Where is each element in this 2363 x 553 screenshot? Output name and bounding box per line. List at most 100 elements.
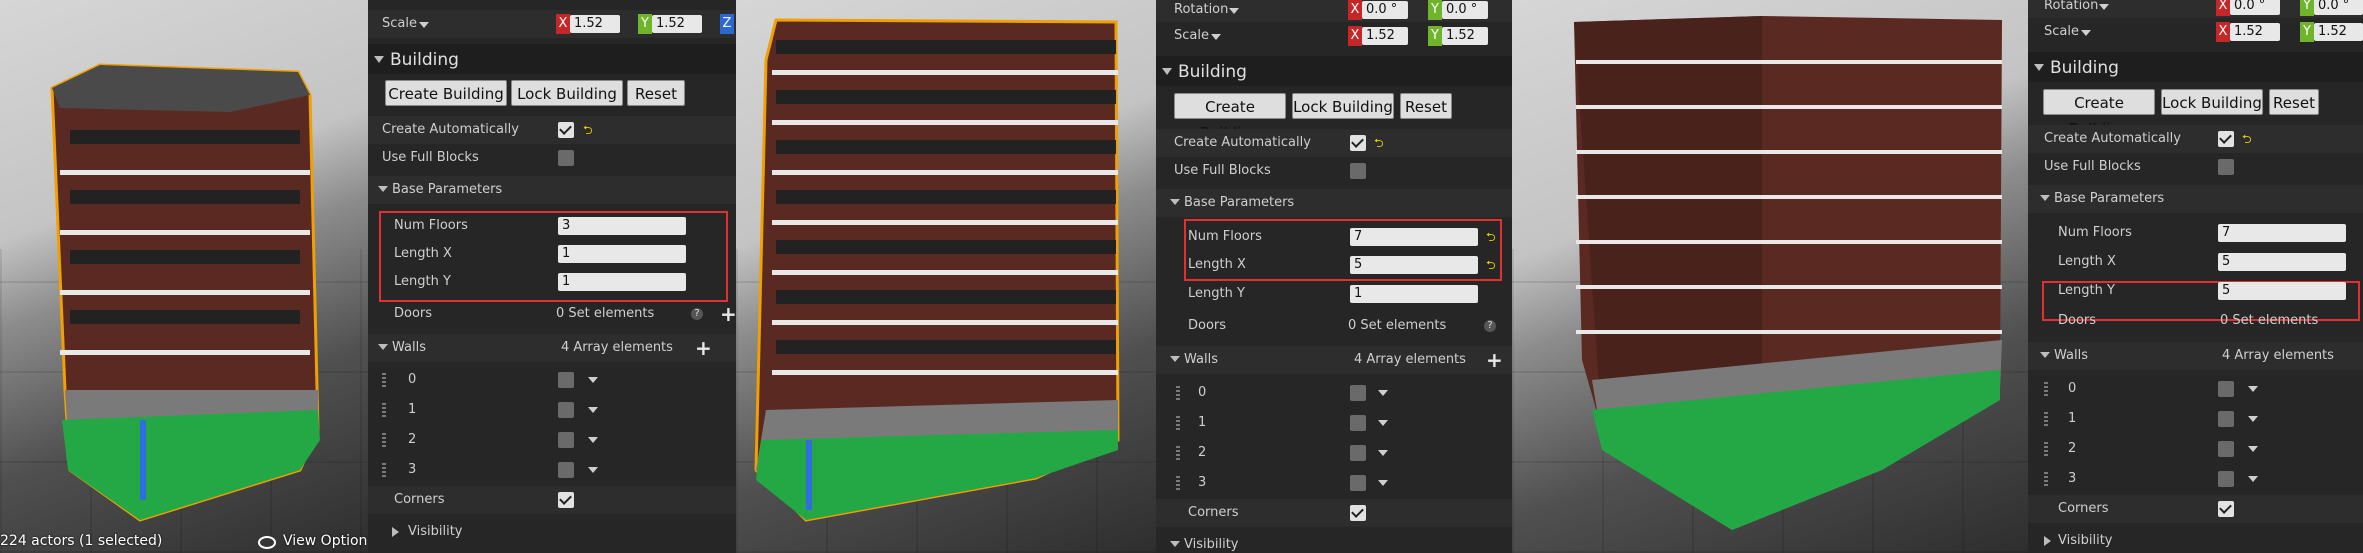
wall-checkbox[interactable] — [2218, 441, 2234, 457]
num-floors-input[interactable]: 7 — [1350, 228, 1478, 246]
chevron-down-icon[interactable] — [2248, 446, 2258, 452]
wall-checkbox[interactable] — [2218, 381, 2234, 397]
rotation-x-input[interactable]: 0.0 ° — [1362, 1, 1408, 19]
wall-checkbox[interactable] — [1350, 385, 1366, 401]
wall-checkbox[interactable] — [558, 402, 574, 418]
building-section-header[interactable]: Building — [1156, 56, 1512, 86]
corners-checkbox[interactable] — [1350, 505, 1366, 521]
scale-y-input[interactable]: 1.52 — [2314, 23, 2363, 41]
scale-x-input[interactable]: 1.52 — [1362, 27, 1408, 45]
plus-icon[interactable]: + — [1486, 350, 1503, 370]
plus-icon[interactable]: + — [720, 304, 736, 324]
view-options-button[interactable]: View Option — [283, 533, 367, 549]
drag-grip-icon[interactable] — [2044, 442, 2048, 456]
create-automatically-checkbox[interactable] — [2218, 131, 2234, 147]
chevron-down-icon[interactable] — [588, 407, 598, 413]
help-icon[interactable]: ? — [1484, 320, 1496, 332]
base-parameters-row[interactable]: Base Parameters — [368, 176, 736, 204]
reset-button[interactable]: Reset — [2269, 89, 2319, 115]
drag-grip-icon[interactable] — [2044, 472, 2048, 486]
walls-row[interactable]: Walls 4 Array elements + — [368, 334, 736, 362]
wall-checkbox[interactable] — [1350, 475, 1366, 491]
reset-button[interactable]: Reset — [627, 80, 685, 106]
chevron-down-icon[interactable] — [588, 437, 598, 443]
use-full-blocks-checkbox[interactable] — [1350, 163, 1366, 179]
drag-grip-icon[interactable] — [382, 403, 386, 417]
lock-building-button[interactable]: Lock Building — [1292, 93, 1394, 119]
viewport-2[interactable] — [736, 0, 1156, 553]
reset-arrow-icon[interactable]: ⮌ — [1486, 228, 1496, 249]
wall-checkbox[interactable] — [558, 372, 574, 388]
chevron-down-icon[interactable] — [2248, 386, 2258, 392]
visibility-row[interactable]: Visibility — [2028, 527, 2363, 553]
base-parameters-row[interactable]: Base Parameters — [1156, 189, 1512, 217]
chevron-down-icon[interactable] — [588, 377, 598, 383]
length-y-input[interactable]: 1 — [558, 273, 686, 291]
chevron-down-icon[interactable] — [1211, 34, 1221, 40]
rotation-y-input[interactable]: 0.0 ° — [1442, 1, 1488, 19]
length-y-input[interactable]: 5 — [2218, 282, 2346, 300]
length-x-input[interactable]: 1 — [558, 245, 686, 263]
length-y-input[interactable]: 1 — [1350, 285, 1478, 303]
num-floors-input[interactable]: 7 — [2218, 224, 2346, 242]
drag-grip-icon[interactable] — [2044, 382, 2048, 396]
length-x-input[interactable]: 5 — [2218, 253, 2346, 271]
reset-arrow-icon[interactable]: ⮌ — [1374, 134, 1384, 155]
wall-checkbox[interactable] — [558, 432, 574, 448]
chevron-down-icon[interactable] — [419, 22, 429, 28]
chevron-down-icon[interactable] — [1229, 8, 1239, 14]
corners-checkbox[interactable] — [558, 492, 574, 508]
wall-checkbox[interactable] — [2218, 471, 2234, 487]
chevron-down-icon[interactable] — [1378, 480, 1388, 486]
walls-row[interactable]: Walls 4 Array elements — [2028, 342, 2363, 370]
wall-checkbox[interactable] — [1350, 445, 1366, 461]
reset-arrow-icon[interactable]: ⮌ — [2242, 130, 2252, 151]
scale-x-input[interactable]: 1.52 — [2230, 23, 2280, 41]
wall-checkbox[interactable] — [558, 462, 574, 478]
drag-grip-icon[interactable] — [1176, 476, 1180, 490]
use-full-blocks-checkbox[interactable] — [2218, 159, 2234, 175]
drag-grip-icon[interactable] — [1176, 446, 1180, 460]
chevron-down-icon[interactable] — [588, 467, 598, 473]
chevron-down-icon[interactable] — [2099, 4, 2109, 10]
base-parameters-row[interactable]: Base Parameters — [2028, 185, 2363, 213]
building-section-header[interactable]: Building — [2028, 52, 2363, 82]
reset-button[interactable]: Reset — [1400, 93, 1452, 119]
create-building-button[interactable]: Create Building — [385, 80, 507, 106]
drag-grip-icon[interactable] — [1176, 386, 1180, 400]
chevron-down-icon[interactable] — [1378, 390, 1388, 396]
viewport-3[interactable] — [1512, 0, 2028, 553]
reset-arrow-icon[interactable]: ⮌ — [583, 121, 593, 142]
plus-icon[interactable]: + — [695, 338, 712, 358]
create-building-button[interactable]: Create Building — [2043, 89, 2155, 138]
drag-grip-icon[interactable] — [382, 433, 386, 447]
building-section-header[interactable]: Building — [368, 44, 736, 74]
chevron-down-icon[interactable] — [1378, 450, 1388, 456]
rotation-y-input[interactable]: 0.0 ° — [2314, 0, 2363, 15]
chevron-down-icon[interactable] — [2248, 416, 2258, 422]
lock-building-button[interactable]: Lock Building — [2161, 89, 2263, 115]
viewport-1[interactable]: 224 actors (1 selected) View Option — [0, 0, 368, 553]
visibility-row[interactable]: Visibility — [1156, 531, 1512, 553]
scale-y-input[interactable]: 1.52 — [1442, 27, 1488, 45]
use-full-blocks-checkbox[interactable] — [558, 150, 574, 166]
create-automatically-checkbox[interactable] — [1350, 135, 1366, 151]
lock-building-button[interactable]: Lock Building — [511, 80, 623, 106]
visibility-row[interactable]: Visibility — [368, 518, 736, 546]
chevron-down-icon[interactable] — [2081, 30, 2091, 36]
help-icon[interactable]: ? — [691, 308, 703, 320]
wall-checkbox[interactable] — [2218, 411, 2234, 427]
wall-checkbox[interactable] — [1350, 415, 1366, 431]
scale-x-input[interactable]: 1.52 — [570, 15, 620, 33]
chevron-down-icon[interactable] — [1378, 420, 1388, 426]
create-automatically-checkbox[interactable] — [558, 122, 574, 138]
scale-y-input[interactable]: 1.52 — [652, 15, 702, 33]
reset-arrow-icon[interactable]: ⮌ — [1486, 256, 1496, 277]
length-x-input[interactable]: 5 — [1350, 256, 1478, 274]
corners-checkbox[interactable] — [2218, 501, 2234, 517]
rotation-x-input[interactable]: 0.0 ° — [2230, 0, 2280, 15]
drag-grip-icon[interactable] — [382, 373, 386, 387]
num-floors-input[interactable]: 3 — [558, 217, 686, 235]
chevron-down-icon[interactable] — [2248, 476, 2258, 482]
drag-grip-icon[interactable] — [2044, 412, 2048, 426]
